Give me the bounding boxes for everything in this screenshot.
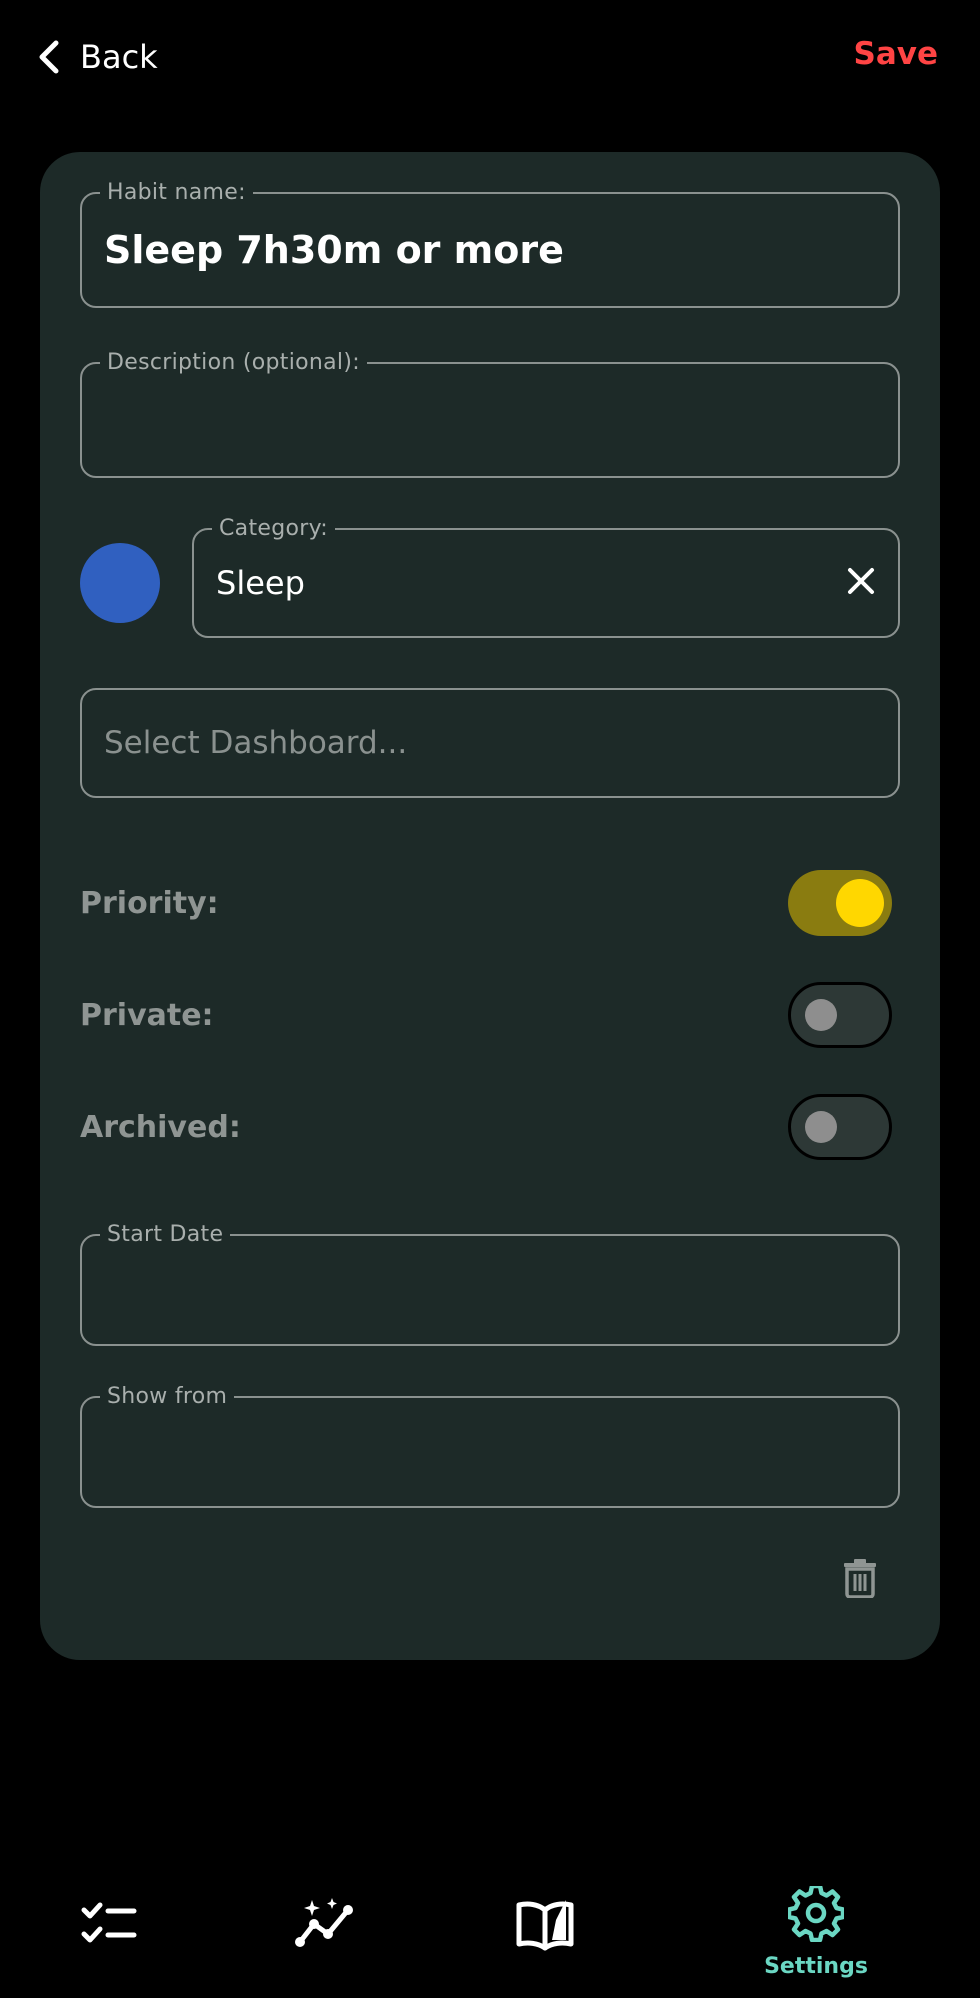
archived-row: Archived: [80, 1092, 900, 1162]
category-color-swatch[interactable] [80, 543, 160, 623]
habit-name-field[interactable]: Habit name: Sleep 7h30m or more [80, 180, 900, 308]
gear-icon [788, 1886, 844, 1942]
start-date-label: Start Date [100, 1222, 231, 1248]
back-label: Back [80, 38, 158, 76]
priority-row: Priority: [80, 868, 900, 938]
trend-sparkle-icon [295, 1898, 353, 1947]
archived-toggle[interactable] [788, 1094, 892, 1160]
journal-book-icon [516, 1900, 574, 1951]
toggle-knob [836, 879, 884, 927]
start-date-field[interactable]: Start Date [80, 1222, 900, 1346]
priority-toggle[interactable] [788, 870, 892, 936]
habit-name-value: Sleep 7h30m or more [104, 228, 564, 272]
show-from-label: Show from [100, 1384, 235, 1410]
chevron-left-icon [39, 40, 59, 74]
description-label: Description (optional): [100, 350, 367, 376]
archived-label: Archived: [80, 1109, 241, 1145]
trash-icon[interactable] [842, 1558, 878, 1598]
description-field[interactable]: Description (optional): [80, 350, 900, 478]
nav-stats[interactable] [294, 1896, 356, 1952]
habit-settings-card: Habit name: Sleep 7h30m or more Descript… [40, 152, 940, 1660]
top-bar: Back Save [0, 0, 980, 120]
priority-label: Priority: [80, 885, 219, 921]
toggle-knob [805, 1111, 837, 1143]
nav-habits[interactable] [78, 1900, 140, 1952]
private-row: Private: [80, 980, 900, 1050]
checklist-icon [81, 1902, 137, 1943]
category-value: Sleep [216, 564, 305, 602]
category-field[interactable]: Category: Sleep [192, 516, 900, 638]
private-toggle[interactable] [788, 982, 892, 1048]
save-button[interactable]: Save [854, 36, 938, 72]
nav-settings[interactable]: Settings [760, 1886, 872, 1986]
close-icon[interactable] [846, 566, 876, 596]
show-from-field[interactable]: Show from [80, 1384, 900, 1508]
bottom-nav: Settings [0, 1870, 980, 1998]
dashboard-placeholder: Select Dashboard... [104, 725, 408, 761]
back-button[interactable]: Back [36, 30, 158, 84]
private-label: Private: [80, 997, 214, 1033]
nav-journal[interactable] [514, 1896, 576, 1952]
dashboard-select[interactable]: Select Dashboard... [80, 688, 900, 798]
toggle-knob [805, 999, 837, 1031]
nav-settings-label: Settings [764, 1954, 868, 1979]
